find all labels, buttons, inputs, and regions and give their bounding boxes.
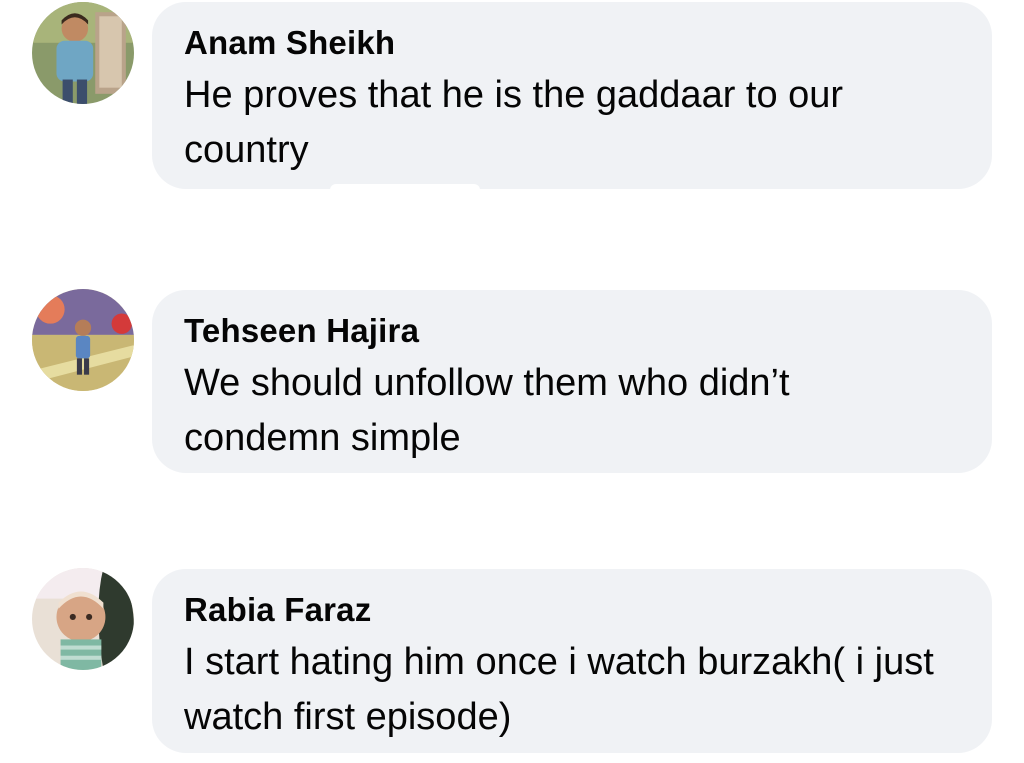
comment-author[interactable]: Tehseen Hajira	[184, 312, 960, 350]
comment-text: We should unfollow them who didn’t conde…	[184, 362, 790, 459]
child-in-garden-photo-icon	[32, 289, 134, 391]
comment-bubble[interactable]: Rabia Faraz I start hating him once i wa…	[152, 569, 992, 753]
avatar[interactable]	[32, 2, 134, 104]
comment-text: He proves that he is the gaddaar to our …	[184, 74, 844, 171]
avatar[interactable]	[32, 568, 134, 670]
comment-text: I start hating him once i watch burzakh(…	[184, 641, 934, 738]
comment-author[interactable]: Rabia Faraz	[184, 591, 960, 629]
redaction-mark	[330, 184, 480, 196]
baby-and-adult-photo-icon	[32, 568, 134, 670]
comment-bubble[interactable]: Anam Sheikh He proves that he is the gad…	[152, 2, 992, 189]
comment-author[interactable]: Anam Sheikh	[184, 24, 960, 62]
child-in-blue-shirt-photo-icon	[32, 2, 134, 104]
comment-bubble[interactable]: Tehseen Hajira We should unfollow them w…	[152, 290, 992, 473]
avatar[interactable]	[32, 289, 134, 391]
